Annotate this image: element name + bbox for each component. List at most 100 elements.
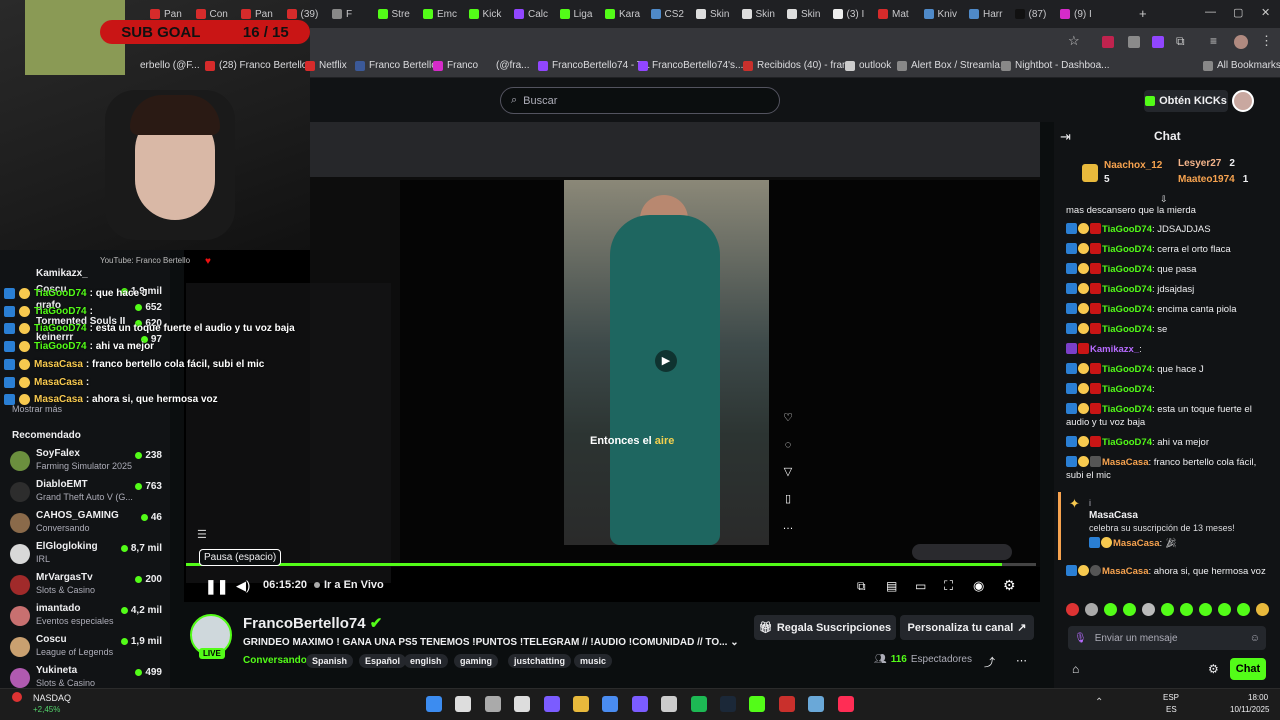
clock-time[interactable]: 18:00 bbox=[1248, 693, 1268, 702]
sidebar-channel[interactable]: DiabloEMT Grand Theft Auto V (G... 763 bbox=[10, 479, 162, 505]
get-kicks-button[interactable]: Obtén KICKs bbox=[1144, 90, 1228, 112]
browser-tab[interactable]: Mat bbox=[878, 4, 920, 24]
clip-icon[interactable]: ▤ bbox=[886, 579, 897, 593]
chat-username[interactable]: TiaGooD74 bbox=[1102, 284, 1152, 295]
close-window-icon[interactable]: ✕ bbox=[1261, 6, 1270, 19]
new-tab-button[interactable]: + bbox=[1139, 6, 1147, 21]
sidebar-channel[interactable]: Coscu League of Legends 1,9 mil bbox=[10, 634, 162, 660]
emote-icon[interactable] bbox=[1161, 603, 1174, 616]
user-avatar[interactable] bbox=[1232, 90, 1254, 112]
browser-tab[interactable]: Kick bbox=[468, 4, 511, 24]
volume-icon[interactable]: ◀) bbox=[236, 578, 250, 594]
browser-tab[interactable]: Emc bbox=[423, 4, 465, 24]
browser-tab[interactable]: Skin bbox=[741, 4, 784, 24]
emote-icon[interactable] bbox=[1256, 603, 1269, 616]
collapse-chat-icon[interactable]: ⇥ bbox=[1060, 129, 1071, 145]
sub-card-line-user[interactable]: MasaCasa bbox=[1113, 538, 1159, 549]
browser-tab[interactable]: Calc bbox=[514, 4, 556, 24]
emote-icon[interactable] bbox=[1104, 603, 1117, 616]
taskbar-steam-icon[interactable] bbox=[720, 696, 736, 712]
search-input[interactable]: ⌕ Buscar bbox=[500, 87, 780, 114]
browser-tab[interactable]: Con bbox=[195, 4, 238, 24]
chat-username[interactable]: TiaGooD74 bbox=[1102, 384, 1152, 395]
taskbar-start-icon[interactable] bbox=[426, 696, 442, 712]
speed-icon[interactable]: ◉ bbox=[973, 578, 984, 594]
taskbar-task-view-icon[interactable] bbox=[484, 696, 501, 712]
browser-tab[interactable]: Skin bbox=[787, 4, 829, 24]
bookmark-item[interactable]: FrancoBertello74 - T... bbox=[538, 60, 650, 71]
sidebar-channel[interactable]: Yukineta Slots & Casino 499 bbox=[10, 665, 162, 691]
bookmark-item[interactable]: All Bookmarks bbox=[1203, 60, 1280, 71]
browser-tab[interactable]: Pan bbox=[241, 4, 283, 24]
stream-tag[interactable]: gaming bbox=[454, 654, 499, 668]
browser-tab[interactable]: (3) I bbox=[832, 4, 875, 24]
chat-input[interactable]: 🎙︎ Enviar un mensaje ☺ bbox=[1068, 626, 1266, 650]
chat-username[interactable]: TiaGooD74 bbox=[1102, 304, 1152, 315]
mic-icon[interactable]: 🎙︎ bbox=[1074, 633, 1087, 644]
browser-tab[interactable]: (9) I bbox=[1060, 4, 1102, 24]
leaderboard-entry[interactable]: Lesyer27 2 bbox=[1178, 158, 1235, 169]
browser-tab[interactable]: Stre bbox=[377, 4, 420, 24]
taskbar-obs-icon[interactable] bbox=[661, 696, 678, 712]
bookmark-item[interactable]: Nightbot - Dashboa... bbox=[1001, 60, 1110, 71]
taskbar-file-explorer-icon[interactable] bbox=[573, 696, 589, 712]
emote-icon[interactable] bbox=[1085, 603, 1098, 616]
emote-icon[interactable] bbox=[1237, 603, 1250, 616]
bookmark-item[interactable]: erbello (@F... bbox=[140, 60, 200, 71]
bookmark-item[interactable]: (28) Franco Bertello... bbox=[205, 60, 316, 71]
lang-indicator[interactable]: ESP bbox=[1163, 693, 1179, 702]
chat-send-button[interactable]: Chat bbox=[1230, 658, 1266, 680]
twitch-extension-icon[interactable] bbox=[1152, 36, 1164, 48]
chat-username[interactable]: MasaCasa bbox=[1102, 457, 1148, 468]
bookmark-item[interactable]: (@fra... bbox=[496, 60, 530, 71]
taskbar-search-icon[interactable] bbox=[455, 696, 472, 712]
chat-username[interactable]: TiaGooD74 bbox=[1102, 244, 1152, 255]
sidebar-channel[interactable]: imantado Eventos especiales 4,2 mil bbox=[10, 603, 162, 629]
customize-channel-button[interactable]: Personaliza tu canal ↗ bbox=[900, 615, 1034, 640]
stream-tag[interactable]: Spanish bbox=[306, 654, 354, 668]
taskbar-kick-icon[interactable] bbox=[749, 696, 766, 712]
pip-icon[interactable]: ⧉ bbox=[857, 579, 866, 594]
puzzle-icon[interactable]: ⧉ bbox=[1176, 34, 1185, 49]
taskbar-app-icon[interactable] bbox=[808, 696, 825, 712]
bookmark-item[interactable]: Recibidos (40) - fran... bbox=[743, 60, 856, 71]
sidebar-channel[interactable]: Kamikazx_ bbox=[10, 268, 162, 284]
menu-icon[interactable]: ⋮ bbox=[1260, 33, 1273, 49]
go-live-button[interactable]: Ir a En Vivo bbox=[324, 579, 384, 591]
show-more-link[interactable]: Mostrar más bbox=[12, 404, 62, 414]
browser-tab[interactable]: Kara bbox=[605, 4, 647, 24]
chat-username[interactable]: TiaGooD74 bbox=[1102, 324, 1152, 335]
bookmark-item[interactable]: Netflix bbox=[305, 60, 347, 71]
emote-icon[interactable] bbox=[1123, 603, 1136, 616]
stream-tag[interactable]: music bbox=[574, 654, 613, 668]
stream-tag[interactable]: justchatting bbox=[508, 654, 571, 668]
chat-username[interactable]: TiaGooD74 bbox=[1102, 224, 1152, 235]
taskbar-chrome-icon[interactable] bbox=[602, 696, 619, 712]
taskbar-app-icon[interactable] bbox=[778, 696, 795, 712]
emote-icon[interactable] bbox=[1199, 603, 1212, 616]
more-icon[interactable]: ⋯ bbox=[1016, 654, 1027, 667]
chat-settings-icon[interactable]: ⚙ bbox=[1208, 662, 1219, 676]
bookmark-item[interactable]: FrancoBertello74's... bbox=[638, 60, 743, 71]
pause-button[interactable]: ❚❚ bbox=[205, 578, 228, 595]
bookmark-item[interactable]: Franco Bertello bbox=[355, 60, 437, 71]
bookmark-item[interactable]: Alert Box / Streamla... bbox=[897, 60, 1008, 71]
share-icon[interactable]: ⤴ bbox=[984, 654, 995, 670]
tray-chevron-icon[interactable]: ⌃ bbox=[1095, 697, 1103, 708]
sidebar-channel[interactable]: SoyFalex Farming Simulator 2025 238 bbox=[10, 448, 162, 474]
bookmark-star-icon[interactable]: ☆ bbox=[1068, 33, 1080, 49]
chat-username[interactable]: TiaGooD74 bbox=[1102, 437, 1152, 448]
browser-tab[interactable]: Skin bbox=[696, 4, 738, 24]
sidebar-channel[interactable]: ElGlogloking IRL 8,7 mil bbox=[10, 541, 162, 567]
chat-username[interactable]: Kamikazx_ bbox=[1090, 344, 1139, 355]
taskbar-copilot-icon[interactable] bbox=[543, 696, 560, 712]
emote-icon[interactable] bbox=[1066, 603, 1079, 616]
taskbar-discord-icon[interactable] bbox=[631, 696, 648, 712]
store-icon[interactable]: ⌂ bbox=[1072, 662, 1079, 676]
theater-icon[interactable]: ▭ bbox=[915, 579, 926, 593]
extension-icon[interactable] bbox=[1128, 36, 1140, 48]
chevron-down-icon[interactable]: ⌄ bbox=[730, 637, 738, 648]
emoji-icon[interactable]: ☺ bbox=[1250, 633, 1260, 644]
browser-tab[interactable]: Pan bbox=[150, 4, 192, 24]
browser-tab[interactable]: (39) bbox=[286, 4, 329, 24]
